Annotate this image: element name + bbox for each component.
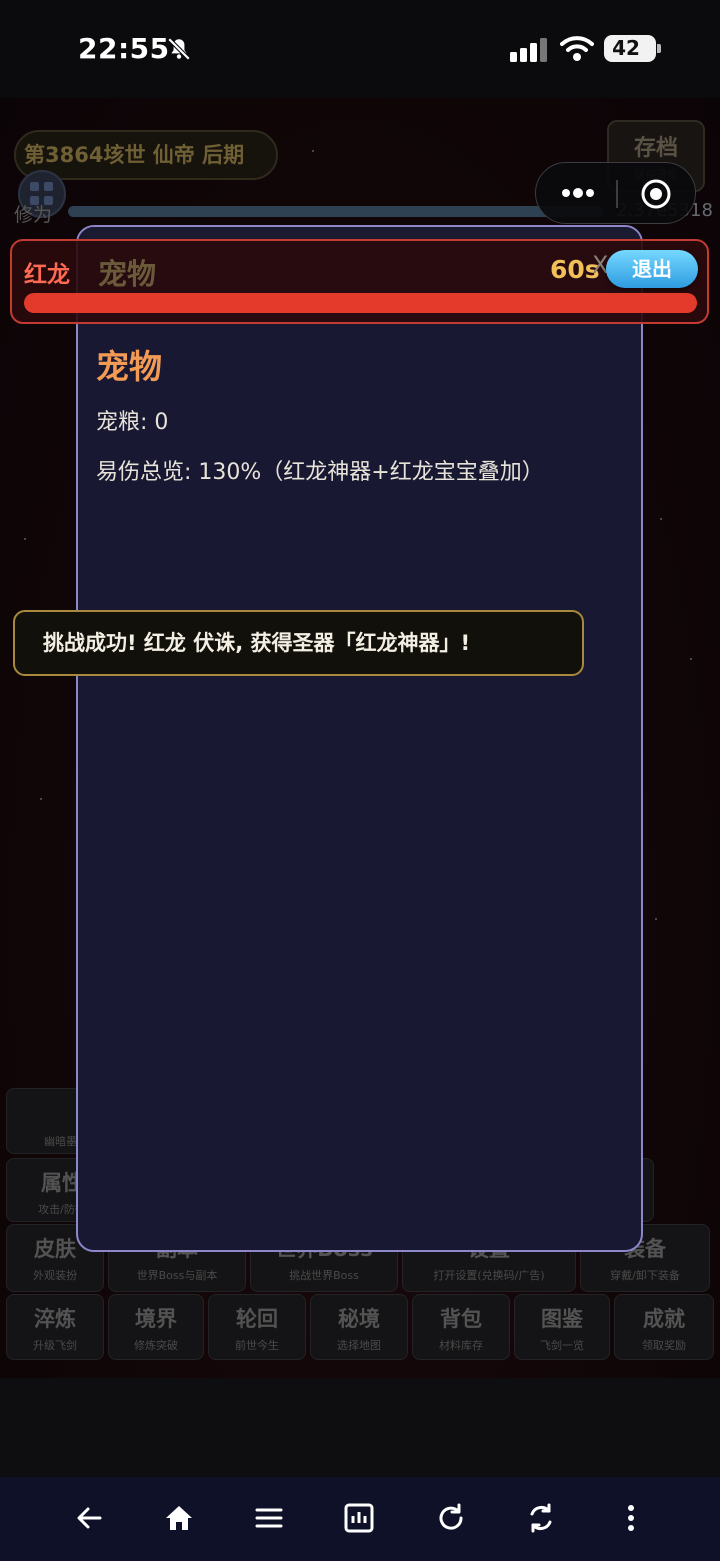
cultivation-bar: [68, 206, 603, 217]
menu-world-boss-sub: 挑战世界Boss: [289, 1269, 359, 1282]
battery-level: 42: [612, 36, 640, 60]
menu-reincarnation[interactable]: 轮回 前世今生: [208, 1294, 306, 1360]
menu-realm-sub: 修炼突破: [134, 1339, 178, 1352]
menu-dungeon-sub: 世界Boss与副本: [136, 1269, 218, 1282]
more-icon[interactable]: [614, 1501, 648, 1535]
status-time: 22:55: [78, 32, 170, 65]
status-bar: 22:55 42: [0, 0, 720, 98]
cultivation-label: 修为: [14, 204, 53, 226]
menu-temper-sub: 升级飞剑: [33, 1339, 77, 1352]
menu-secret-realm[interactable]: 秘境 选择地图: [310, 1294, 408, 1360]
boss-hp-bar: [24, 293, 697, 313]
menu-settings-sub: 打开设置(兑换码/广告): [433, 1269, 545, 1282]
home-icon[interactable]: [162, 1501, 196, 1535]
bottom-spacer: [0, 1378, 720, 1477]
menu-codex[interactable]: 图鉴 飞剑一览: [514, 1294, 610, 1360]
menu-secret-realm-title: 秘境: [338, 1307, 380, 1331]
bell-muted-icon: [167, 37, 191, 61]
menu-reincarnation-sub: 前世今生: [235, 1339, 279, 1352]
pet-food-text: 宠粮: 0: [96, 410, 169, 435]
sync-icon[interactable]: [524, 1501, 558, 1535]
capsule-divider: [616, 180, 618, 208]
menu-temper[interactable]: 淬炼 升级飞剑: [6, 1294, 104, 1360]
signal-icon: [510, 38, 547, 62]
menu-realm[interactable]: 境界 修炼突破: [108, 1294, 204, 1360]
menu-skin-sub: 外观装扮: [33, 1269, 77, 1282]
menu-achievement-title: 成就: [643, 1307, 685, 1331]
save-label: 存档: [633, 136, 678, 161]
miniprogram-capsule: [535, 162, 696, 224]
modal-header-title: 宠物: [98, 257, 157, 291]
menu-icon[interactable]: [252, 1501, 286, 1535]
menu-backpack-title: 背包: [440, 1307, 482, 1331]
reload-icon[interactable]: [434, 1501, 468, 1535]
modal-title: 宠物: [96, 347, 162, 386]
menu-backpack[interactable]: 背包 材料库存: [412, 1294, 510, 1360]
pet-modal: 宠物 宠粮: 0 易伤总览: 130%（红龙神器+红龙宝宝叠加）: [76, 225, 643, 1252]
tabs-icon[interactable]: [342, 1501, 376, 1535]
menu-codex-title: 图鉴: [541, 1307, 583, 1331]
menu-secret-realm-sub: 选择地图: [337, 1339, 381, 1352]
menu-codex-sub: 飞剑一览: [540, 1339, 584, 1352]
menu-realm-title: 境界: [135, 1307, 177, 1331]
battery-icon: 42: [604, 35, 661, 62]
boss-bar: 红龙 宠物 60s X 退出: [10, 239, 709, 324]
menu-backpack-sub: 材料库存: [439, 1339, 483, 1352]
close-miniprogram-icon[interactable]: [640, 178, 672, 210]
game-screen: 第3864垓世 仙帝 后期 存档 保存进度 修为 2.37e5318 幽暗墨天 …: [0, 98, 720, 1378]
browser-nav-bar: [0, 1477, 720, 1561]
menu-achievement-sub: 领取奖励: [642, 1339, 686, 1352]
menu-reincarnation-title: 轮回: [236, 1307, 278, 1331]
vulnerability-text: 易伤总览: 130%（红龙神器+红龙宝宝叠加）: [96, 460, 544, 485]
exit-button[interactable]: 退出: [606, 250, 698, 288]
more-dots-icon[interactable]: [558, 183, 598, 203]
menu-achievement[interactable]: 成就 领取奖励: [614, 1294, 714, 1360]
back-arrow-icon[interactable]: [72, 1501, 106, 1535]
toast-message: 挑战成功! 红龙 伏诛, 获得圣器「红龙神器」!: [13, 610, 584, 676]
wifi-icon: [560, 36, 594, 61]
menu-equipment-sub: 穿戴/卸下装备: [610, 1269, 680, 1282]
menu-temper-title: 淬炼: [34, 1307, 76, 1331]
boss-name: 红龙: [24, 262, 70, 288]
